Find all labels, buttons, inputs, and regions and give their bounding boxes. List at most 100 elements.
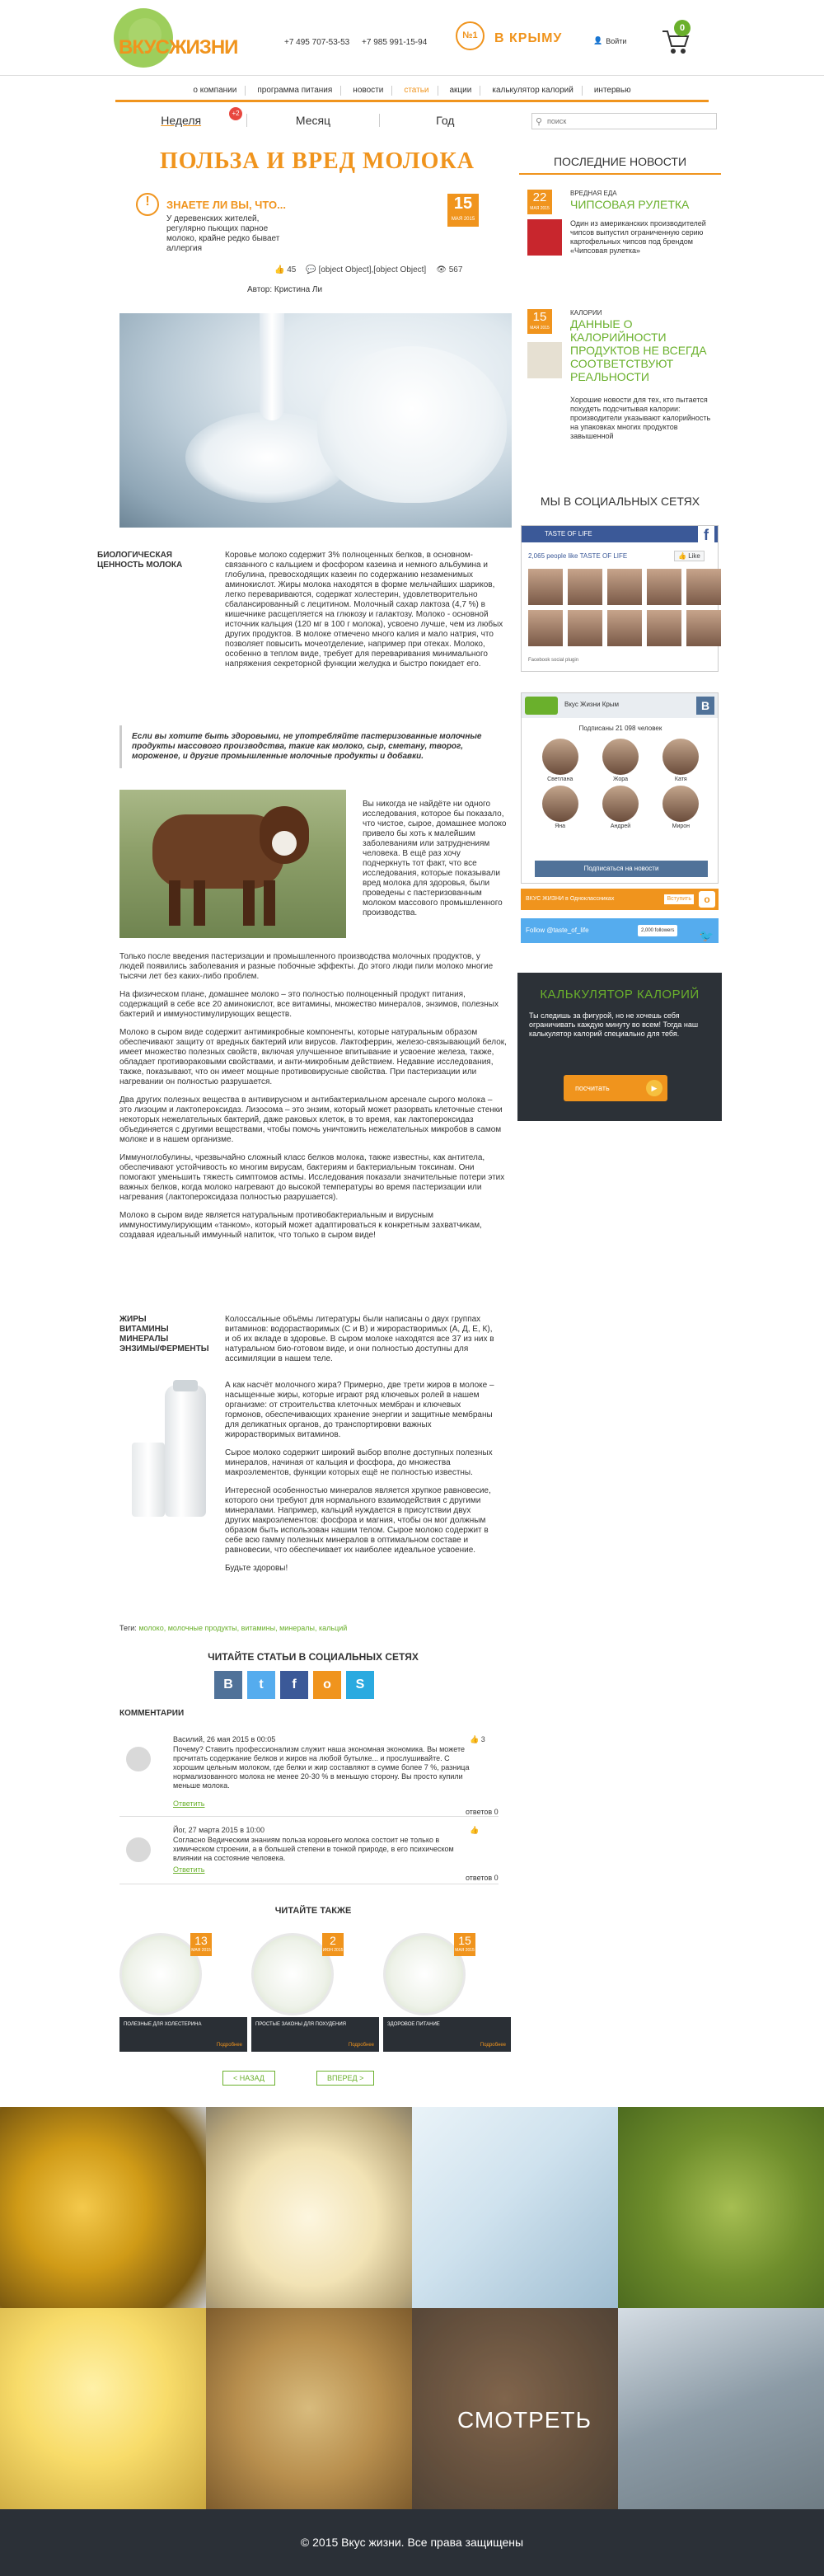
fb-face[interactable]	[528, 610, 563, 646]
likes-counter[interactable]: 👍 45	[274, 265, 296, 274]
nav-item-interview[interactable]: интервью	[586, 86, 639, 96]
related-date: 13 МАЯ 2015	[190, 1933, 212, 1956]
news-headline[interactable]: ДАННЫЕ О КАЛОРИЙНОСТИ ПРОДУКТОВ НЕ ВСЕГД…	[570, 317, 719, 383]
nav-item-promo[interactable]: акции	[442, 86, 481, 96]
twitter-follow-text: Follow @taste_of_life	[526, 927, 589, 934]
twitter-widget[interactable]: Follow @taste_of_life 2,000 followers 🐦	[521, 918, 719, 943]
ok-share-icon[interactable]: o	[313, 1671, 341, 1699]
comment-answers[interactable]: ответов 0	[466, 1808, 499, 1816]
ok-join-button[interactable]: Вступить	[664, 894, 694, 904]
fb-page-name[interactable]: TASTE OF LIFE	[545, 530, 592, 537]
twitter-share-icon[interactable]: t	[247, 1671, 275, 1699]
tags-list[interactable]: молоко, молочные продукты, витамины, мин…	[138, 1624, 347, 1632]
fb-face[interactable]	[686, 610, 721, 646]
watch-label[interactable]: СМОТРЕТЬ	[457, 2407, 592, 2433]
vk-subscribe-button[interactable]: Подписаться на новости	[535, 861, 708, 877]
vk-person[interactable]: Мирон	[651, 786, 711, 829]
facebook-share-icon[interactable]: f	[280, 1671, 308, 1699]
ok-widget[interactable]: ВКУС ЖИЗНИ в Одноклассниках Вступить o	[521, 889, 719, 910]
skype-share-icon[interactable]: S	[346, 1671, 374, 1699]
fb-like-label: Like	[688, 552, 700, 560]
reply-link[interactable]: Ответить	[173, 1865, 204, 1874]
fb-face[interactable]	[607, 569, 642, 605]
food-thumbnail	[527, 342, 562, 378]
nav-item-program[interactable]: программа питания	[249, 86, 342, 96]
nav-item-calculator[interactable]: калькулятор калорий	[484, 86, 583, 96]
nav-item-articles[interactable]: статьи	[396, 86, 438, 96]
vk-people: Светлана Жора Катя Яна Андрей Мирон	[530, 739, 711, 829]
news-month: МАЯ 2015	[530, 206, 550, 211]
fb-face[interactable]	[686, 569, 721, 605]
section-body-nutrients: А как насчёт молочного жира? Примерно, д…	[225, 1381, 497, 1574]
news-category: ВРЕДНАЯ ЕДА	[570, 190, 617, 197]
fb-face[interactable]	[607, 610, 642, 646]
gallery-tile-milk[interactable]	[412, 2107, 618, 2308]
latest-news-heading: ПОСЛЕДНИЕ НОВОСТИ	[519, 155, 721, 175]
comment-answers[interactable]: ответов 0	[466, 1874, 499, 1882]
fb-face[interactable]	[568, 569, 602, 605]
gallery-tile-butter[interactable]	[0, 2308, 206, 2509]
login-link[interactable]: 👤 Войти	[593, 36, 626, 45]
news-item[interactable]: 22 МАЯ 2015 ВРЕДНАЯ ЕДА ЧИПСОВАЯ РУЛЕТКА …	[527, 190, 721, 280]
prev-button[interactable]: < НАЗАД	[222, 2071, 275, 2086]
gallery-tile-oil[interactable]	[0, 2107, 206, 2308]
section-text-nutrients: Колоссальные объёмы литературы были напи…	[225, 1315, 494, 1363]
calc-text: Ты следишь за фигурой, но не хочешь себя…	[529, 1011, 699, 1038]
tab-year[interactable]: Год	[380, 109, 511, 132]
news-headline[interactable]: ЧИПСОВАЯ РУЛЕТКА	[570, 198, 719, 211]
nav-item-about[interactable]: о компании	[185, 86, 246, 96]
fb-like-button[interactable]: 👍 Like	[674, 551, 705, 561]
more-link[interactable]: Подробнее	[217, 2042, 242, 2048]
more-link[interactable]: Подробнее	[349, 2042, 374, 2048]
search-icon[interactable]: ⚲	[536, 116, 542, 127]
cow-leg	[264, 880, 275, 926]
comments-counter[interactable]: 💬 [object Object],[object Object]	[306, 265, 426, 274]
search-input[interactable]	[547, 115, 712, 128]
vk-person[interactable]: Светлана	[530, 739, 590, 782]
gallery-tile-potatoes[interactable]	[206, 2308, 412, 2509]
thumbs-up-icon: 👍	[678, 552, 686, 560]
vk-group-name[interactable]: Вкус Жизни Крым	[564, 701, 619, 708]
logo[interactable]: ВКУСЖИЗНИ	[114, 8, 250, 70]
article-body: Только после введения пастеризации и про…	[119, 952, 507, 1249]
comment-likes[interactable]: 👍	[470, 1826, 479, 1835]
fb-bar: TASTE OF LIFE f	[522, 526, 718, 543]
phone-2[interactable]: +7 985 991-15-94	[362, 38, 427, 47]
heading-line: ЖИРЫ	[119, 1315, 147, 1324]
body-paragraph: Молоко в сыром виде содержит антимикробн…	[119, 1028, 507, 1086]
calc-button[interactable]: посчитать ▶	[564, 1075, 667, 1101]
fb-face[interactable]	[528, 569, 563, 605]
phone-1[interactable]: +7 495 707-53-53	[284, 38, 349, 47]
news-item[interactable]: 15 МАЯ 2015 КАЛОРИИ ДАННЫЕ О КАЛОРИЙНОСТИ…	[527, 309, 721, 474]
more-link[interactable]: Подробнее	[480, 2042, 506, 2048]
vk-share-icon[interactable]: B	[214, 1671, 242, 1699]
gallery-tile-olives[interactable]	[618, 2107, 824, 2308]
vk-person[interactable]: Яна	[530, 786, 590, 829]
avatar	[126, 1747, 151, 1771]
article-stats: 👍 45 💬 [object Object],[object Object] 👁…	[274, 265, 462, 274]
calc-heading: КАЛЬКУЛЯТОР КАЛОРИЙ	[540, 988, 700, 1002]
comment-text: Согласно Ведическим знаниям польза коров…	[173, 1836, 454, 1862]
fb-faces	[528, 569, 721, 646]
nav-item-news[interactable]: новости	[344, 86, 393, 96]
comment-likes[interactable]: 👍 3	[470, 1735, 485, 1744]
heading-line: ЭНЗИМЫ/ФЕРМЕНТЫ	[119, 1344, 209, 1354]
fb-face[interactable]	[647, 610, 681, 646]
vk-person-name: Светлана	[547, 777, 574, 782]
next-button[interactable]: ВПЕРЕД >	[316, 2071, 375, 2086]
tab-week[interactable]: Неделя	[115, 109, 246, 132]
tags-label: Теги:	[119, 1624, 137, 1632]
vk-person[interactable]: Андрей	[590, 786, 650, 829]
tab-month[interactable]: Месяц	[247, 109, 378, 132]
gallery-tile-fish[interactable]	[618, 2308, 824, 2509]
vk-person[interactable]: Катя	[651, 739, 711, 782]
vk-person[interactable]: Жора	[590, 739, 650, 782]
fb-face[interactable]	[647, 569, 681, 605]
body-paragraph: Сырое молоко содержит широкий выбор впол…	[225, 1448, 493, 1477]
read-also-heading: ЧИТАЙТЕ ТАКЖЕ	[274, 1906, 352, 1916]
gallery-tile-cheese[interactable]	[206, 2107, 412, 2308]
reply-link[interactable]: Ответить	[173, 1799, 204, 1808]
fb-face[interactable]	[568, 610, 602, 646]
logo-text: ВКУСЖИЗНИ	[119, 36, 238, 59]
glass	[132, 1443, 165, 1517]
